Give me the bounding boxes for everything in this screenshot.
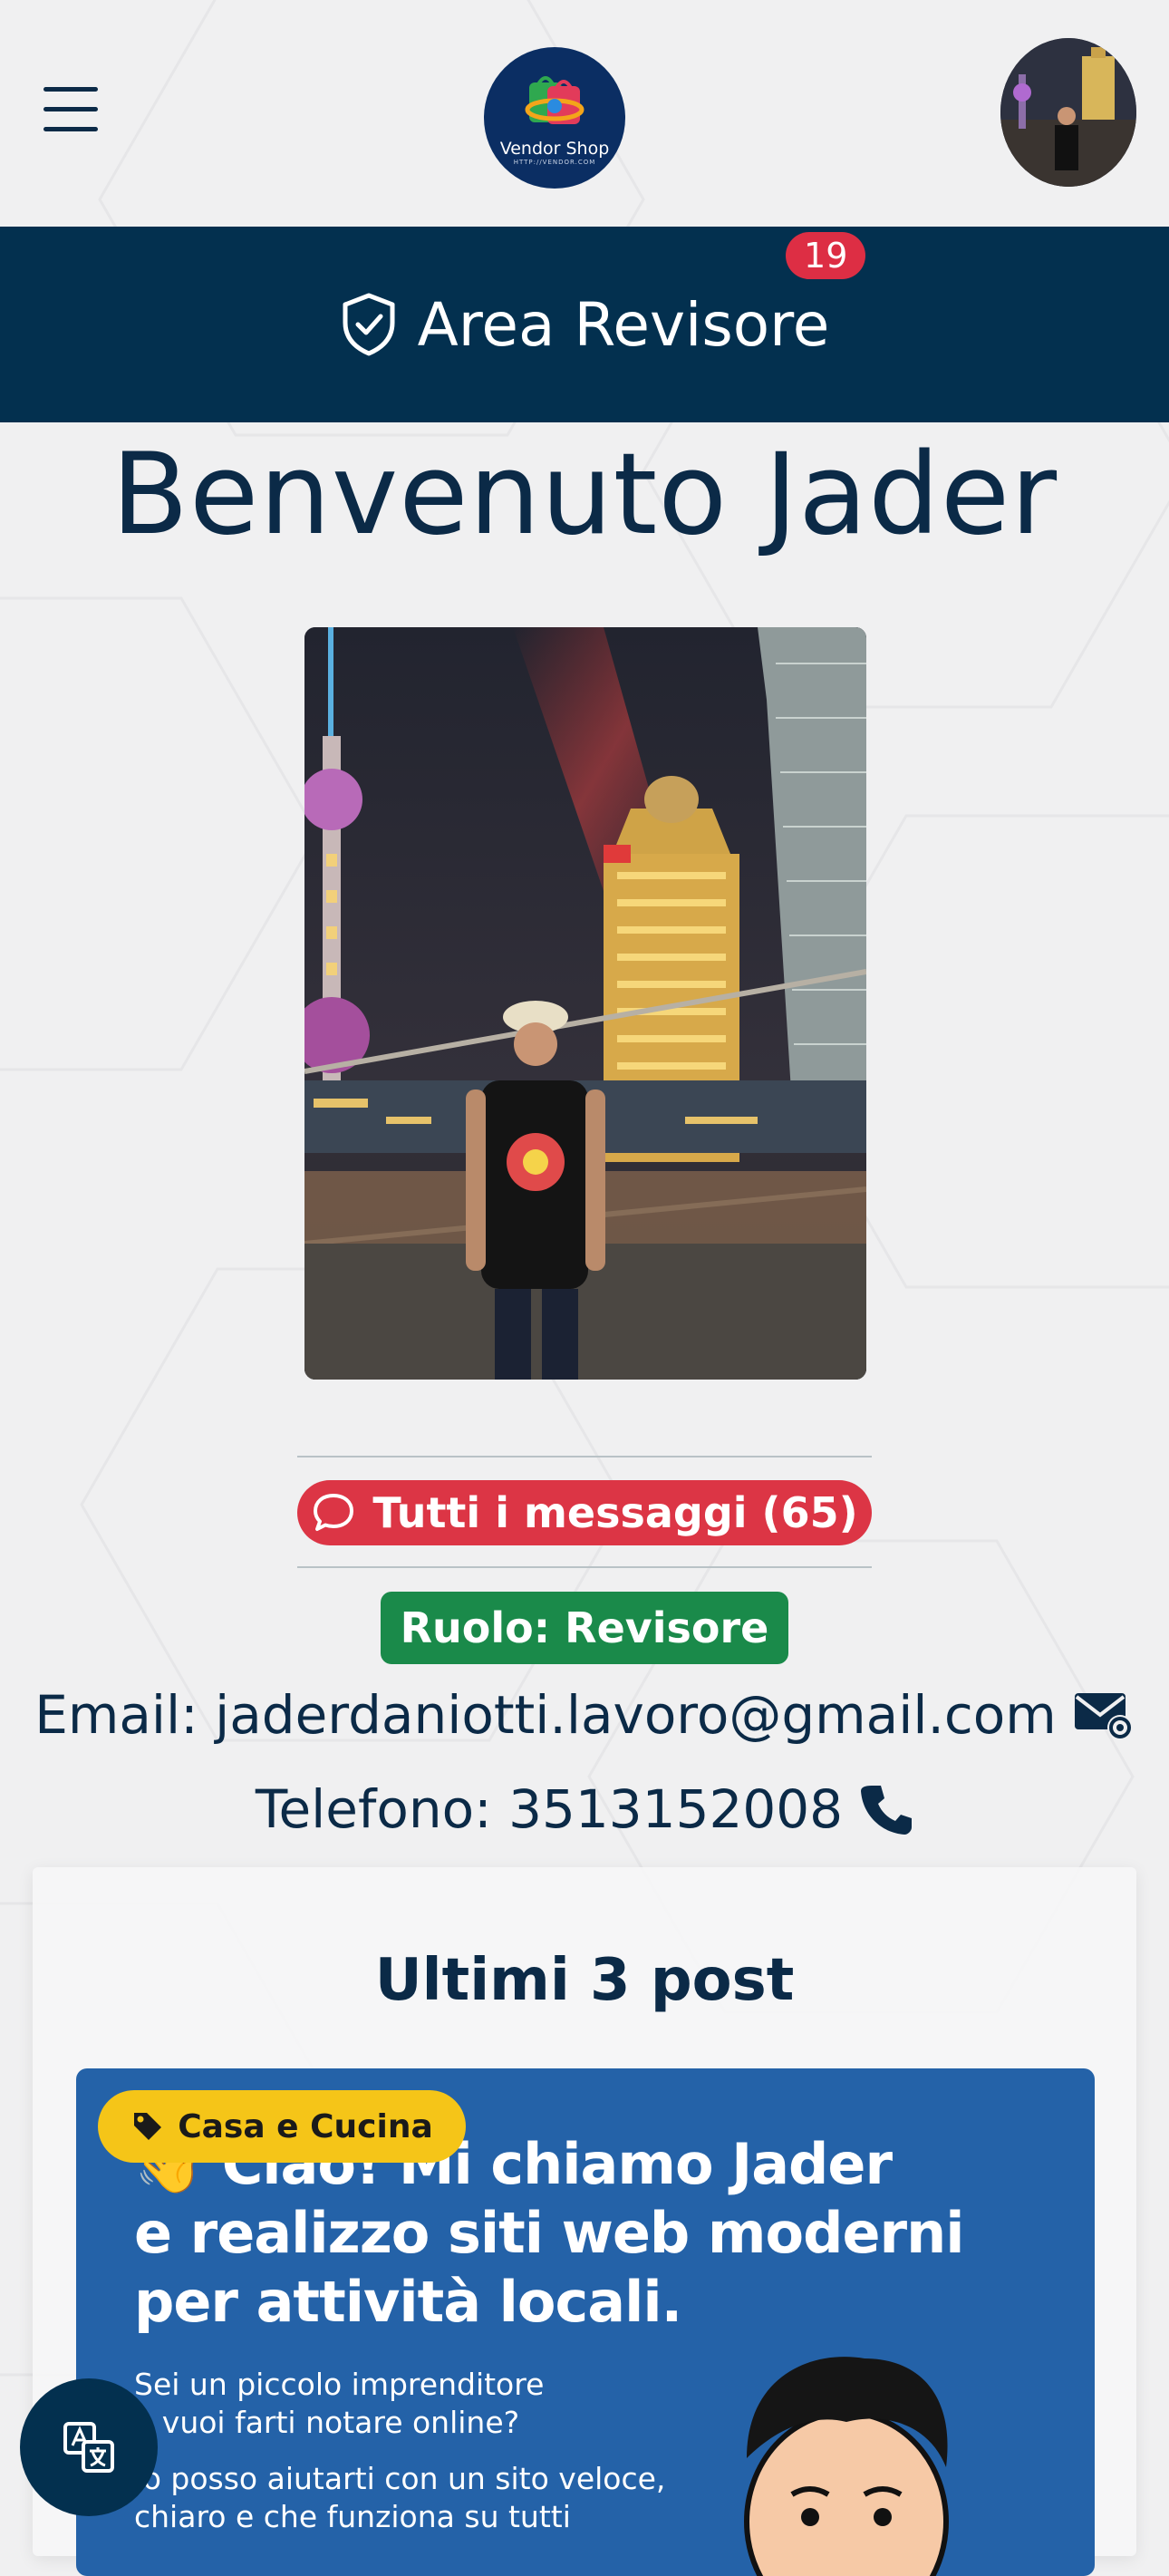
latest-posts-card: Ultimi 3 post 👋 Ciao! Mi chiamo Jader e … <box>33 1867 1136 2576</box>
post-subtext-line: Io posso aiutarti con un sito veloce, <box>134 2461 666 2496</box>
chat-bubble-icon <box>314 1494 354 1531</box>
telephone-icon[interactable] <box>859 1782 913 1836</box>
email-row: Email: jaderdaniotti.lavoro@gmail.com <box>0 1684 1169 1746</box>
avatar[interactable] <box>1000 38 1136 187</box>
notification-badge: 19 <box>786 231 866 279</box>
post-subtext-line: Sei un piccolo imprenditore <box>134 2367 545 2402</box>
divider-bottom <box>297 1566 872 1568</box>
review-area-label: Area Revisore <box>417 289 830 360</box>
review-area-link[interactable]: Area Revisore 19 <box>340 231 866 360</box>
post-headline-line: e realizzo siti web moderni <box>134 2200 964 2266</box>
page-title: Benvenuto Jader <box>111 430 1058 560</box>
divider-top <box>297 1456 872 1457</box>
all-messages-button[interactable]: Tutti i messaggi (65) <box>297 1480 872 1545</box>
menu-icon[interactable] <box>43 87 98 134</box>
latest-posts-title: Ultimi 3 post <box>374 1947 795 2014</box>
profile-photo <box>304 627 866 1380</box>
cartoon-face-illustration <box>744 2357 949 2576</box>
all-messages-label: Tutti i messaggi (65) <box>372 1488 858 1537</box>
post-subtext: Sei un piccolo imprenditore e vuoi farti… <box>134 2366 665 2536</box>
translate-button[interactable] <box>20 2378 158 2516</box>
category-label: Casa e Cucina <box>178 2107 433 2145</box>
shield-check-icon <box>343 293 395 356</box>
shopping-bag-icon <box>525 76 584 124</box>
translate-icon <box>63 2422 114 2473</box>
post-subtext-line: e vuoi farti notare online? <box>134 2405 520 2440</box>
top-navbar: Vendor Shop HTTP://VENDOR.COM <box>0 0 1169 227</box>
logo-url: HTTP://VENDOR.COM <box>513 159 596 166</box>
post-subtext-line <box>134 2442 665 2460</box>
envelope-at-icon[interactable] <box>1073 1690 1135 1740</box>
phone-text: Telefono: 3513152008 <box>255 1778 844 1840</box>
logo-name: Vendor Shop <box>499 139 610 159</box>
email-text: Email: jaderdaniotti.lavoro@gmail.com <box>34 1684 1057 1746</box>
category-badge[interactable]: Casa e Cucina <box>98 2090 466 2163</box>
phone-row: Telefono: 3513152008 <box>0 1778 1169 1840</box>
role-badge: Ruolo: Revisore <box>381 1592 788 1664</box>
post-subtext-line: chiaro e che funziona su tutti <box>134 2499 571 2534</box>
vendor-shop-logo[interactable]: Vendor Shop HTTP://VENDOR.COM <box>486 49 623 187</box>
review-area-bar: Area Revisore 19 <box>0 227 1169 422</box>
tag-icon <box>134 2113 162 2140</box>
